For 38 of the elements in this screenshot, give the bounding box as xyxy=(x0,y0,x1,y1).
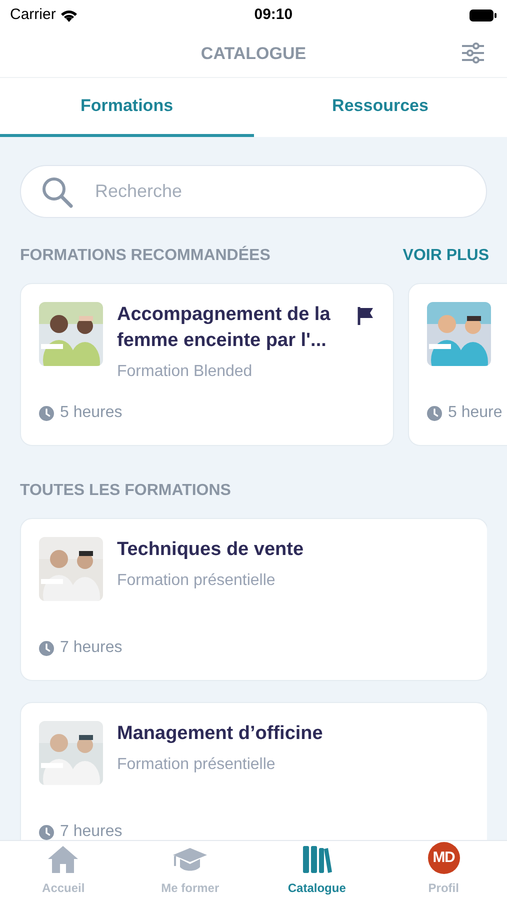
clock-time: 09:10 xyxy=(254,4,293,25)
course-duration: 5 heure xyxy=(448,403,502,423)
course-card[interactable]: 5 heure xyxy=(408,283,507,446)
wifi-icon xyxy=(60,8,78,22)
course-type: Formation présentielle xyxy=(117,755,276,775)
clock-icon xyxy=(39,640,54,656)
clock-icon xyxy=(427,406,442,420)
course-card[interactable]: Management d’officine Formation présentielle 7 heures xyxy=(20,702,487,840)
nav-tab[interactable]: Catalogue xyxy=(254,841,380,900)
avatar: MD xyxy=(428,842,460,874)
course-card[interactable]: Techniques de vente Formation présentielle 7 heures xyxy=(20,518,487,681)
search-input[interactable]: Recherche xyxy=(95,178,466,205)
course-title: Management d’officine xyxy=(117,722,324,746)
battery-icon xyxy=(469,8,497,22)
course-type: Formation présentielle xyxy=(117,571,276,591)
nav-tab[interactable]: MD Profil xyxy=(380,841,507,900)
clock-icon xyxy=(39,406,54,420)
course-card[interactable]: Accompagnement de la femme enceinte par l'... Formation Blended 5 heures xyxy=(20,283,394,446)
filter-button[interactable] xyxy=(461,42,485,64)
see-more-link[interactable]: VOIR PLUS xyxy=(402,244,489,268)
page-title: CATALOGUE xyxy=(200,42,306,65)
course-title: Accompagnement de la femme enceinte par l'... xyxy=(117,303,332,353)
search-field[interactable]: Recherche xyxy=(20,165,487,218)
course-duration: 7 heures xyxy=(60,822,122,840)
books-icon xyxy=(302,844,332,874)
search-icon xyxy=(41,176,73,208)
course-title: Techniques de vente xyxy=(117,538,305,562)
section-title: FORMATIONS RECOMMANDÉES xyxy=(20,244,270,266)
carrier-label: Carrier xyxy=(10,4,56,25)
tab[interactable]: Ressources xyxy=(254,78,507,137)
course-duration: 7 heures xyxy=(60,638,122,658)
course-duration: 5 heures xyxy=(60,403,122,423)
home-icon xyxy=(47,844,80,874)
section-title: TOUTES LES FORMATIONS xyxy=(20,481,232,501)
course-type: Formation Blended xyxy=(117,362,254,382)
tab[interactable]: Formations xyxy=(0,78,254,137)
filter-icon xyxy=(461,42,485,64)
flag-icon[interactable] xyxy=(357,306,375,326)
